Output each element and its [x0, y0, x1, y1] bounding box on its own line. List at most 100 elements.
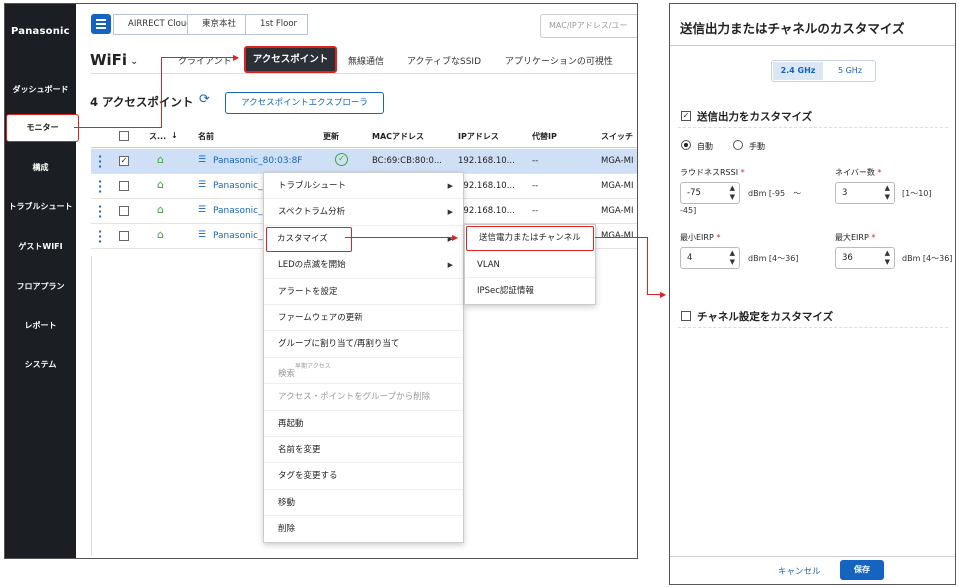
mode-auto-radio[interactable] — [681, 140, 691, 150]
kebab-menu-icon[interactable]: · · · — [98, 151, 102, 172]
sidebar-item-floorplan[interactable]: フロアプラン — [5, 281, 76, 292]
tab-clients[interactable]: クライアント — [178, 54, 232, 67]
submenu-item-ipsec[interactable]: IPSec認証情報 — [465, 278, 595, 304]
alt-ip-cell: -- — [532, 181, 539, 191]
sidebar-item-config[interactable]: 構成 — [5, 162, 76, 173]
sidebar-item-system[interactable]: システム — [5, 359, 76, 370]
min-eirp-stepper[interactable]: 4 ▲ ▼ — [680, 247, 740, 269]
ap-explorer-button[interactable]: アクセスポイントエクスプローラ — [225, 92, 384, 114]
save-button[interactable]: 保存 — [840, 560, 884, 580]
menu-item-move[interactable]: 移動 — [264, 490, 463, 517]
breadcrumb-floor[interactable]: 1st Floor — [245, 14, 309, 35]
search-input[interactable]: MAC/IPアドレス/ユー — [540, 14, 637, 38]
ap-name[interactable]: Panasonic_ — [213, 231, 263, 241]
kebab-menu-icon[interactable]: · · · — [98, 201, 102, 222]
sort-down-icon[interactable]: ↓ — [171, 131, 178, 140]
ap-name[interactable]: Panasonic_80:03:8F — [213, 156, 302, 166]
menu-item-troubleshoot[interactable]: トラブルシュート ▶ — [264, 173, 463, 200]
tab-app-visibility[interactable]: アプリケーションの可視性 — [505, 54, 613, 67]
sidebar-item-monitor[interactable]: モニター — [6, 114, 79, 142]
menu-item-spectrum[interactable]: スペクトラム分析 ▶ — [264, 199, 463, 226]
chevron-right-icon: ▶ — [447, 261, 453, 270]
row-checkbox[interactable] — [119, 206, 129, 216]
menu-item-search: 検索早期アクセス — [264, 358, 463, 385]
alt-ip-cell: -- — [532, 156, 539, 166]
sidebar-item-guest-wifi[interactable]: ゲストWIFI — [5, 241, 76, 252]
menu-icon-bar — [96, 27, 106, 29]
max-eirp-value: 36 — [842, 253, 853, 263]
channel-section-title: チャネル設定をカスタマイズ — [697, 311, 834, 323]
col-update[interactable]: 更新 — [323, 131, 339, 142]
chevron-right-icon: ▶ — [447, 182, 453, 190]
row-checkbox[interactable]: ✓ — [119, 156, 129, 166]
stepper-arrows-icon[interactable]: ▲ ▼ — [885, 249, 890, 267]
col-name[interactable]: 名前 — [198, 131, 214, 142]
table-row[interactable]: · · · ✓ ⌂ ☰ Panasonic_80:03:8F ✓ BC:69:CB:… — [91, 149, 637, 174]
rssi-stepper[interactable]: -75 ▲ ▼ — [680, 182, 740, 204]
section-title[interactable]: WiFi — [90, 51, 127, 69]
required-mark: * — [740, 168, 745, 177]
stepper-arrows-icon[interactable]: ▲ ▼ — [885, 184, 890, 202]
sidebar-item-troubleshoot[interactable]: トラブルシュート — [5, 201, 76, 212]
neighbor-stepper[interactable]: 3 ▲ ▼ — [835, 182, 895, 204]
menu-item-firmware[interactable]: ファームウェアの更新 — [264, 305, 463, 332]
tab-access-points[interactable]: アクセスポイント — [244, 46, 337, 73]
kebab-menu-icon[interactable]: · · · — [98, 176, 102, 197]
ap-name[interactable]: Panasonic_ — [213, 206, 263, 216]
channel-customize-checkbox[interactable] — [681, 311, 691, 321]
stepper-arrows-icon[interactable]: ▲ ▼ — [730, 249, 735, 267]
max-eirp-unit: dBm [4～36] — [902, 254, 953, 263]
rssi-unit: dBm [-95 ～ — [748, 189, 802, 198]
hamburger-menu-button[interactable] — [91, 14, 111, 34]
max-eirp-stepper[interactable]: 36 ▲ ▼ — [835, 247, 895, 269]
row-checkbox[interactable] — [119, 231, 129, 241]
cancel-button[interactable]: キャンセル — [778, 565, 821, 577]
switch-cell: MGA-MI — [601, 181, 634, 191]
sidebar-item-report[interactable]: レポート — [5, 320, 76, 331]
menu-item-change-tags[interactable]: タグを変更する — [264, 463, 463, 490]
refresh-icon[interactable]: ⟳ — [199, 92, 210, 107]
tab-active-ssid[interactable]: アクティブなSSID — [407, 54, 481, 67]
connector-line — [595, 237, 648, 238]
menu-item-led[interactable]: LEDの点滅を開始 ▶ — [264, 252, 463, 279]
menu-item-reboot[interactable]: 再起動 — [264, 411, 463, 437]
ip-cell: 192.168.10... — [458, 181, 515, 191]
arrow-right-icon: ▶ — [233, 53, 240, 62]
band-5ghz-button[interactable]: 5 GHz — [825, 62, 875, 80]
ap-name[interactable]: Panasonic_ — [213, 181, 263, 191]
menu-item-alert[interactable]: アラートを設定 — [264, 279, 463, 305]
menu-item-customize[interactable]: カスタマイズ — [266, 227, 352, 252]
col-mac[interactable]: MACアドレス — [372, 131, 424, 142]
mode-manual-radio[interactable] — [733, 140, 743, 150]
panel-divider — [670, 45, 955, 46]
power-customize-checkbox[interactable]: ✓ — [681, 111, 691, 121]
menu-item-label: 検索 — [278, 368, 296, 379]
breadcrumb-tokyo[interactable]: 東京本社 — [187, 14, 248, 35]
band-24ghz-button[interactable]: 2.4 GHz — [773, 62, 823, 80]
kebab-menu-icon[interactable]: · · · — [98, 226, 102, 247]
mac-cell: BC:69:CB:80:0... — [372, 156, 442, 166]
select-all-checkbox[interactable] — [119, 131, 129, 141]
access-point-icon: ⌂ — [157, 153, 164, 166]
col-switch[interactable]: スイッチ — [601, 131, 633, 142]
tab-radio[interactable]: 無線通信 — [348, 54, 384, 67]
col-alt-ip[interactable]: 代替IP — [532, 131, 557, 142]
rssi-label-text: ラウドネスRSSI — [680, 168, 739, 177]
submenu-item-power-channel[interactable]: 送信電力またはチャンネル — [466, 226, 594, 251]
row-checkbox[interactable] — [119, 181, 129, 191]
rssi-unit-cont: -45] — [680, 206, 697, 215]
menu-item-delete[interactable]: 削除 — [264, 516, 463, 542]
col-status[interactable]: ス... — [149, 131, 166, 142]
access-point-icon: ⌂ — [157, 178, 164, 191]
submenu-item-vlan[interactable]: VLAN — [465, 252, 595, 278]
check-circle-icon: ✓ — [335, 153, 348, 166]
menu-item-group-assign[interactable]: グループに割り当て/再割り当て — [264, 331, 463, 358]
menu-item-rename[interactable]: 名前を変更 — [264, 437, 463, 464]
stepper-arrows-icon[interactable]: ▲ ▼ — [730, 184, 735, 202]
connector-line — [161, 57, 237, 58]
chevron-down-icon[interactable]: ⌄ — [130, 56, 138, 67]
col-ip[interactable]: IPアドレス — [458, 131, 499, 142]
sidebar-item-dashboard[interactable]: ダッシュボード — [5, 84, 76, 95]
table-header: ス... ↓ 名前 更新 MACアドレス IPアドレス 代替IP スイッチ — [91, 124, 637, 148]
max-eirp-label-text: 最大EIRP — [835, 233, 869, 242]
